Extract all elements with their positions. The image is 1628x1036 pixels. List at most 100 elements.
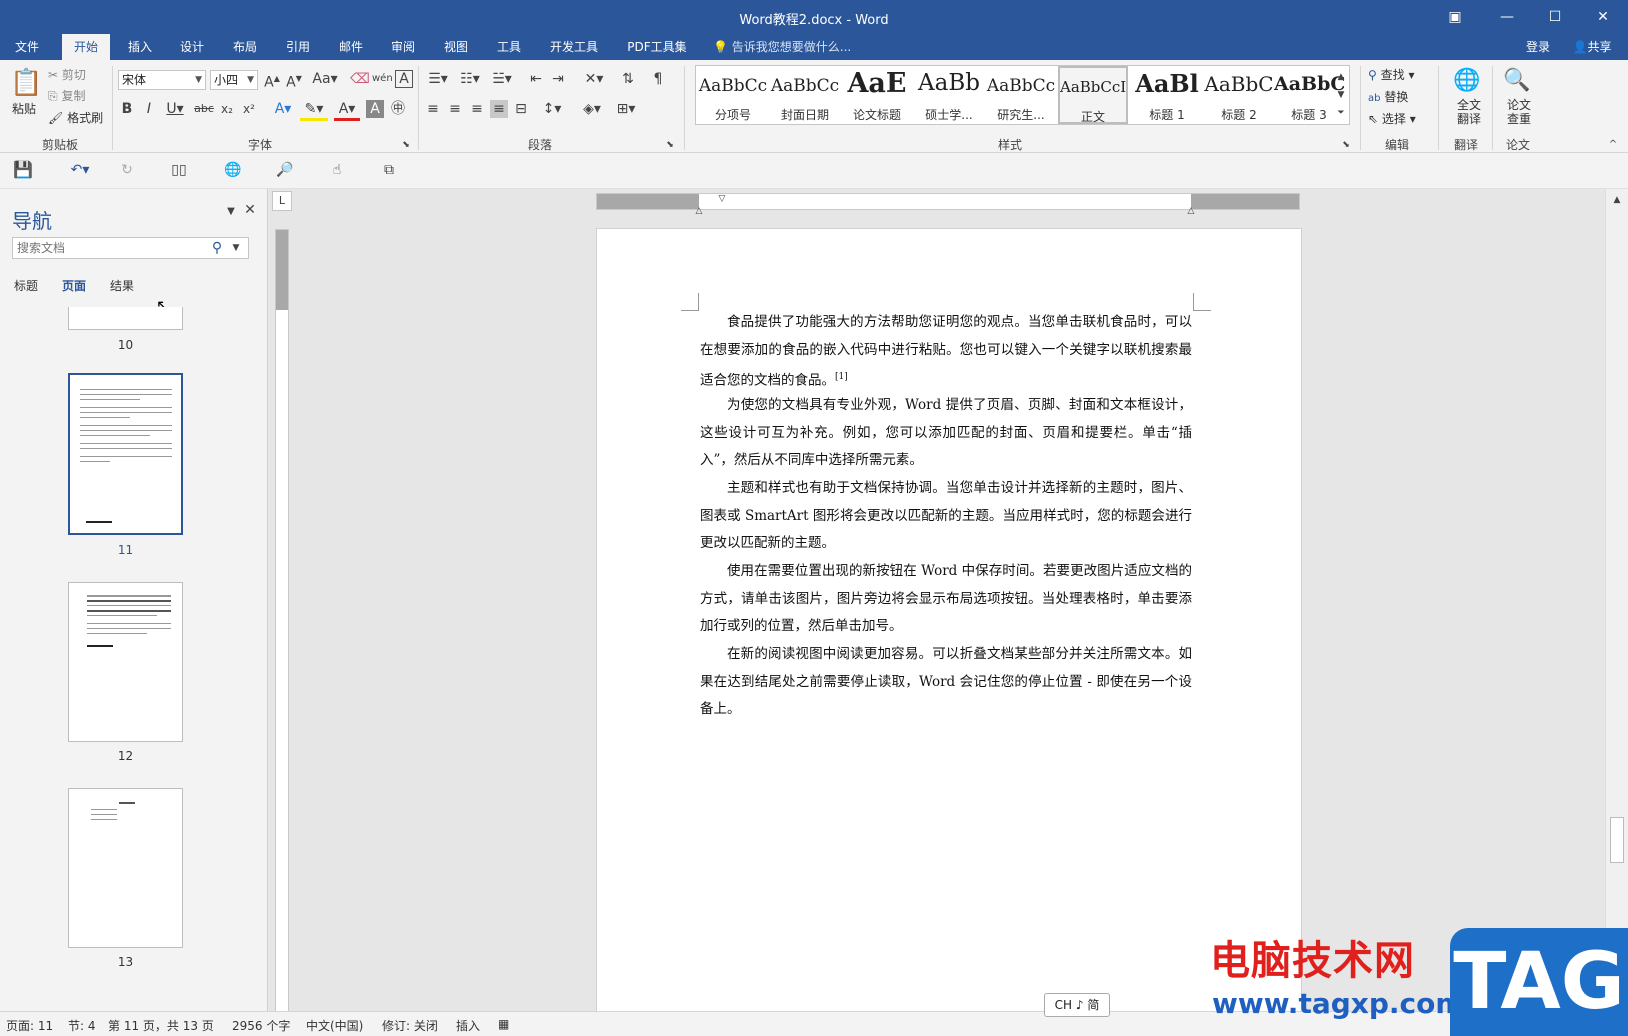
style-item[interactable]: AaBbCc 封面日期 bbox=[770, 66, 840, 124]
align-right-icon[interactable]: ≡ bbox=[468, 100, 486, 118]
cut-button[interactable]: ✂ 剪切 bbox=[48, 66, 86, 83]
subscript-icon[interactable]: x₂ bbox=[218, 100, 236, 118]
body-paragraph[interactable]: 在新的阅读视图中阅读更加容易。可以折叠文档某些部分并关注所需文本。如果在达到结尾… bbox=[700, 641, 1192, 724]
tell-me-box[interactable]: 💡 告诉我您想要做什么... bbox=[713, 34, 851, 60]
status-insert-mode[interactable]: 插入 bbox=[456, 1017, 480, 1034]
select-button[interactable]: ⇖ 选择 ▾ bbox=[1368, 110, 1416, 127]
status-section[interactable]: 节: 4 bbox=[68, 1017, 96, 1034]
sort-icon[interactable]: ⇅ bbox=[618, 70, 638, 88]
shrink-font-icon[interactable]: A▼ bbox=[284, 70, 304, 92]
web-layout-icon[interactable]: 🌐 bbox=[222, 161, 244, 179]
tab-file[interactable]: 文件 bbox=[8, 34, 46, 60]
collapse-ribbon-icon[interactable]: ^ bbox=[1606, 136, 1620, 154]
format-painter-button[interactable]: 🖌 格式刷 bbox=[48, 109, 103, 126]
distributed-icon[interactable]: ⊟ bbox=[512, 100, 530, 118]
search-input[interactable] bbox=[13, 238, 203, 258]
close-button[interactable]: ✕ bbox=[1580, 0, 1626, 34]
strikethrough-icon[interactable]: abc bbox=[194, 100, 214, 118]
print-preview-icon[interactable]: 🔎 bbox=[274, 161, 296, 179]
tab-developer[interactable]: 开发工具 bbox=[543, 34, 605, 60]
macro-record-icon[interactable]: ▦ bbox=[498, 1017, 509, 1031]
vertical-scrollbar[interactable]: ▲ bbox=[1605, 189, 1628, 1020]
gallery-more-icon[interactable]: ⏷ bbox=[1334, 104, 1348, 122]
decrease-indent-icon[interactable]: ⇤ bbox=[526, 70, 546, 88]
translate-icon[interactable]: 🌐 bbox=[1450, 66, 1484, 96]
minimize-button[interactable]: — bbox=[1484, 0, 1530, 34]
gallery-scroll-down-icon[interactable]: ▼ bbox=[1334, 86, 1348, 104]
nav-tab-results[interactable]: 结果 bbox=[110, 277, 134, 294]
tab-insert[interactable]: 插入 bbox=[120, 34, 160, 60]
bullets-icon[interactable]: ☰▾ bbox=[424, 70, 452, 88]
nav-tab-headings[interactable]: 标题 bbox=[14, 277, 38, 294]
replace-button[interactable]: ab 替换 bbox=[1368, 88, 1408, 105]
paste-icon[interactable]: 📋 bbox=[10, 66, 42, 100]
status-page-of[interactable]: 第 11 页，共 13 页 bbox=[108, 1017, 214, 1034]
share-button[interactable]: 👤共享 bbox=[1562, 34, 1622, 60]
document-page[interactable]: 食品提供了功能强大的方法帮助您证明您的观点。当您单击联机食品时，可以在想要添加的… bbox=[596, 228, 1302, 1020]
enclose-characters-icon[interactable]: ㊥ bbox=[388, 100, 408, 118]
close-icon[interactable]: ✕ bbox=[242, 201, 258, 219]
italic-icon[interactable]: I bbox=[140, 100, 158, 118]
character-shading-icon[interactable]: A bbox=[366, 100, 384, 118]
ribbon-display-options-icon[interactable]: ▣ bbox=[1432, 0, 1478, 34]
maximize-button[interactable]: ☐ bbox=[1532, 0, 1578, 34]
scroll-up-icon[interactable]: ▲ bbox=[1609, 191, 1625, 209]
style-item[interactable]: AaBbCc 分项号 bbox=[698, 66, 768, 124]
character-border-icon[interactable]: A bbox=[395, 70, 413, 88]
tab-mailings[interactable]: 邮件 bbox=[331, 34, 371, 60]
clear-formatting-icon[interactable]: ⌫ bbox=[350, 70, 370, 88]
styles-dialog-launcher-icon[interactable]: ⬊ bbox=[1340, 136, 1352, 154]
touch-mode-icon[interactable]: ☝ bbox=[326, 161, 348, 179]
style-item[interactable]: AaBbC 标题 2 bbox=[1204, 66, 1274, 124]
phonetic-guide-icon[interactable]: wén bbox=[372, 70, 393, 88]
chinese-layout-icon[interactable]: ✕▾ bbox=[580, 70, 608, 88]
save-icon[interactable]: 💾 bbox=[12, 161, 34, 179]
align-left-icon[interactable]: ≡ bbox=[424, 100, 442, 118]
left-indent-icon[interactable]: △ bbox=[694, 202, 704, 220]
superscript-icon[interactable]: x² bbox=[240, 100, 258, 118]
body-paragraph[interactable]: 主题和样式也有助于文档保持协调。当您单击设计并选择新的主题时，图片、图表或 Sm… bbox=[700, 475, 1192, 558]
borders-icon[interactable]: ⊞▾ bbox=[612, 100, 640, 118]
right-indent-icon[interactable]: △ bbox=[1186, 202, 1196, 220]
undo-icon[interactable]: ↶▾ bbox=[64, 161, 96, 179]
tab-design[interactable]: 设计 bbox=[172, 34, 212, 60]
copy-button[interactable]: ⎘ 复制 bbox=[48, 87, 85, 104]
justify-icon[interactable]: ≡ bbox=[490, 100, 508, 118]
read-mode-icon[interactable]: ▯▯ bbox=[168, 161, 190, 179]
style-item[interactable]: AaBb 硕士学... bbox=[914, 66, 984, 124]
chevron-down-icon[interactable]: ▼ bbox=[229, 239, 243, 257]
paragraph-dialog-launcher-icon[interactable]: ⬊ bbox=[664, 136, 676, 154]
tab-home[interactable]: 开始 bbox=[62, 34, 110, 60]
body-paragraph[interactable]: 食品提供了功能强大的方法帮助您证明您的观点。当您单击联机食品时，可以在想要添加的… bbox=[700, 309, 1192, 395]
style-item-selected[interactable]: AaBbCcI 正文 bbox=[1058, 66, 1128, 124]
tab-tools[interactable]: 工具 bbox=[489, 34, 529, 60]
style-item[interactable]: AaBbCc 研究生... bbox=[986, 66, 1056, 124]
page-thumbnail-13[interactable] bbox=[68, 788, 183, 948]
nav-options-icon[interactable]: ▼ bbox=[224, 203, 238, 221]
style-item[interactable]: AaBl 标题 1 bbox=[1132, 66, 1202, 124]
gallery-scroll-up-icon[interactable]: ▲ bbox=[1334, 68, 1348, 86]
tab-references[interactable]: 引用 bbox=[278, 34, 318, 60]
body-paragraph[interactable]: 为使您的文档具有专业外观，Word 提供了页眉、页脚、封面和文本框设计，这些设计… bbox=[700, 392, 1192, 475]
tab-view[interactable]: 视图 bbox=[436, 34, 476, 60]
tab-pdf-tools[interactable]: PDF工具集 bbox=[620, 34, 694, 60]
first-line-indent-icon[interactable]: ▽ bbox=[717, 190, 727, 208]
status-track-changes[interactable]: 修订: 关闭 bbox=[382, 1017, 438, 1034]
status-page[interactable]: 页面: 11 bbox=[6, 1017, 53, 1034]
style-item[interactable]: AaE 论文标题 bbox=[842, 66, 912, 124]
status-language[interactable]: 中文(中国) bbox=[306, 1017, 363, 1034]
full-translate-button[interactable]: 全文翻译 bbox=[1452, 98, 1486, 126]
tab-review[interactable]: 审阅 bbox=[383, 34, 423, 60]
highlight-icon[interactable]: ✎▾ bbox=[300, 100, 328, 121]
status-word-count[interactable]: 2956 个字 bbox=[232, 1017, 290, 1034]
show-marks-icon[interactable]: ¶ bbox=[648, 70, 668, 88]
paper-check-icon[interactable]: 🔍 bbox=[1500, 66, 1534, 96]
text-effects-icon[interactable]: A▾ bbox=[270, 100, 296, 118]
tab-selector-icon[interactable]: L bbox=[272, 191, 292, 211]
customize-qat-icon[interactable]: ⧉ bbox=[378, 161, 400, 179]
nav-tab-pages[interactable]: 页面 bbox=[62, 277, 86, 294]
numbering-icon[interactable]: ☷▾ bbox=[456, 70, 484, 88]
font-color-icon[interactable]: A▾ bbox=[334, 100, 360, 121]
paper-check-button[interactable]: 论文查重 bbox=[1502, 98, 1536, 126]
footnote-reference[interactable]: [1] bbox=[835, 372, 848, 382]
